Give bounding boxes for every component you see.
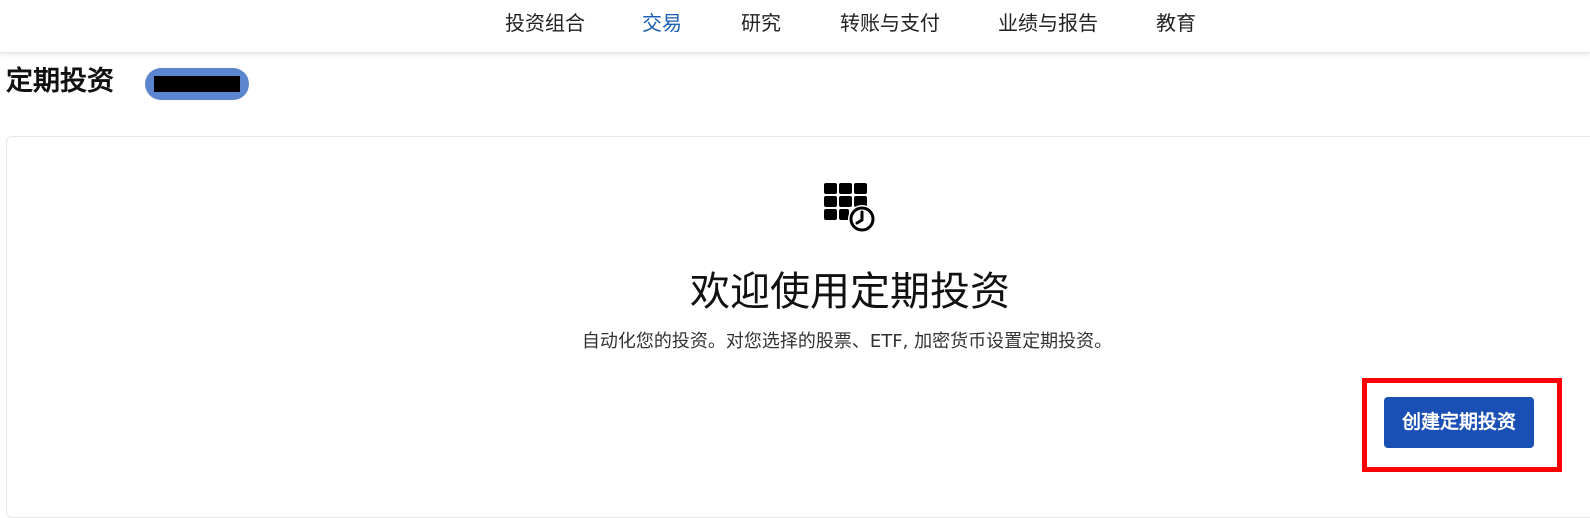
nav-item-transfers-payments[interactable]: 转账与支付 <box>840 10 940 36</box>
nav-item-research[interactable]: 研究 <box>741 10 781 36</box>
nav-item-education[interactable]: 教育 <box>1156 10 1196 36</box>
welcome-title: 欢迎使用定期投资 <box>690 269 1010 315</box>
account-selector-badge[interactable] <box>145 68 249 100</box>
calendar-grid-clock-icon <box>824 183 876 233</box>
top-navigation: 投资组合 交易 研究 转账与支付 业绩与报告 教育 <box>0 0 1590 53</box>
nav-item-trade[interactable]: 交易 <box>642 10 682 36</box>
empty-state-card <box>6 136 1590 518</box>
nav-item-performance-reports[interactable]: 业绩与报告 <box>998 10 1098 36</box>
page-title: 定期投资 <box>6 66 114 97</box>
create-recurring-investment-button[interactable]: 创建定期投资 <box>1384 397 1534 448</box>
nav-item-portfolio[interactable]: 投资组合 <box>505 10 585 36</box>
welcome-subtitle: 自动化您的投资。对您选择的股票、ETF, 加密货币设置定期投资。 <box>581 331 1113 352</box>
redacted-account-number <box>154 76 240 92</box>
